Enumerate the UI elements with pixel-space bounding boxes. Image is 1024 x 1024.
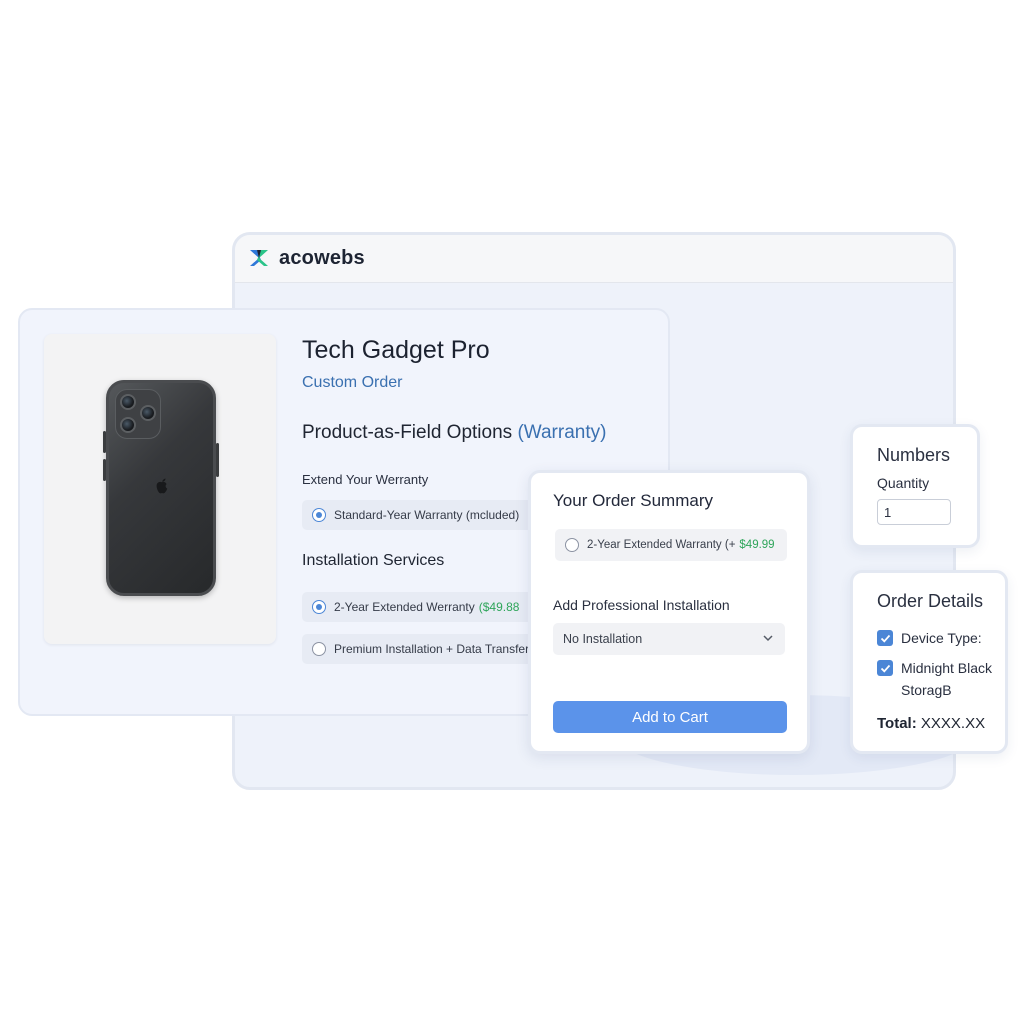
installation-heading: Installation Services [302, 552, 445, 569]
checkbox-checked-icon[interactable] [877, 660, 893, 676]
installation-option-extended[interactable]: 2-Year Extended Werranty ($49.88 [302, 592, 552, 622]
options-heading-accent: (Warranty) [517, 422, 607, 443]
product-image [44, 334, 276, 644]
options-heading: Product-as-Field Options (Warranty) [302, 422, 606, 444]
chevron-down-icon [763, 635, 773, 642]
phone-side-button [103, 459, 106, 481]
camera-lens [120, 417, 136, 433]
total-value: XXXX.XX [920, 715, 986, 732]
camera-module [115, 389, 161, 439]
detail-label-secondary: StoragB [901, 682, 952, 698]
phone-side-button [103, 431, 106, 453]
detail-label: Device Type: [901, 630, 982, 646]
warranty-label: Extend Your Werranty [302, 472, 429, 487]
camera-lens [120, 394, 136, 410]
installation-select[interactable]: No Installation [553, 623, 785, 655]
brand-name: acowebs [279, 246, 365, 269]
order-details-title: Order Details [877, 591, 984, 611]
installation-option-label: Premium Installation + Data Transfer [334, 642, 530, 656]
checkmark-icon [880, 664, 890, 673]
detail-label: Midnight Black [901, 660, 993, 676]
checkmark-icon [880, 634, 890, 643]
add-to-cart-button[interactable]: Add to Cart [553, 701, 787, 733]
order-details-card: Order Details Device Type: Midnight Blac… [850, 570, 1008, 754]
order-summary-title: Your Order Summary [553, 491, 713, 510]
install-label: Add Professional Installation [553, 597, 730, 613]
warranty-option-label: Standard-Year Warranty (mcluded) [334, 508, 520, 522]
order-total: Total: XXXX.XX [877, 715, 985, 732]
apple-logo-icon [156, 478, 168, 494]
radio-unchecked-icon[interactable] [565, 538, 579, 552]
detail-label-group: Midnight Black StoragB [901, 657, 992, 701]
installation-select-value: No Installation [563, 632, 643, 646]
numbers-title: Numbers [877, 445, 951, 465]
total-label: Total: [877, 715, 917, 732]
brand-logo[interactable]: acowebs [247, 246, 365, 270]
order-summary-card: Your Order Summary 2-Year Extended Warra… [528, 470, 810, 754]
summary-warranty-price: $49.99 [739, 539, 775, 551]
radio-unchecked-icon[interactable] [312, 642, 326, 656]
summary-warranty-option[interactable]: 2-Year Extended Warranty (+ $49.99 [555, 529, 787, 561]
acowebs-logo-icon [250, 250, 268, 266]
detail-device-type[interactable]: Device Type: [877, 627, 982, 649]
detail-color-storage[interactable]: Midnight Black StoragB [877, 657, 992, 701]
app-header: acowebs [235, 235, 953, 283]
product-subtitle: Custom Order [302, 374, 403, 391]
radio-checked-icon[interactable] [312, 508, 326, 522]
numbers-card: Numbers Quantity [850, 424, 980, 548]
quantity-label: Quantity [877, 475, 930, 491]
product-title: Tech Gadget Pro [302, 336, 490, 364]
installation-option-label: 2-Year Extended Werranty [334, 600, 475, 614]
radio-checked-icon[interactable] [312, 600, 326, 614]
installation-option-price: ($49.88 [478, 600, 520, 614]
checkbox-checked-icon[interactable] [877, 630, 893, 646]
summary-warranty-label: 2-Year Extended Warranty (+ [587, 539, 736, 551]
phone-side-button [216, 443, 219, 477]
camera-lens [140, 405, 156, 421]
quantity-input[interactable] [877, 499, 951, 525]
options-heading-text: Product-as-Field Options [302, 422, 513, 443]
installation-option-premium[interactable]: Premium Installation + Data Transfer [302, 634, 552, 664]
warranty-option-standard[interactable]: Standard-Year Warranty (mcluded) [302, 500, 552, 530]
smartphone-image [103, 380, 219, 596]
